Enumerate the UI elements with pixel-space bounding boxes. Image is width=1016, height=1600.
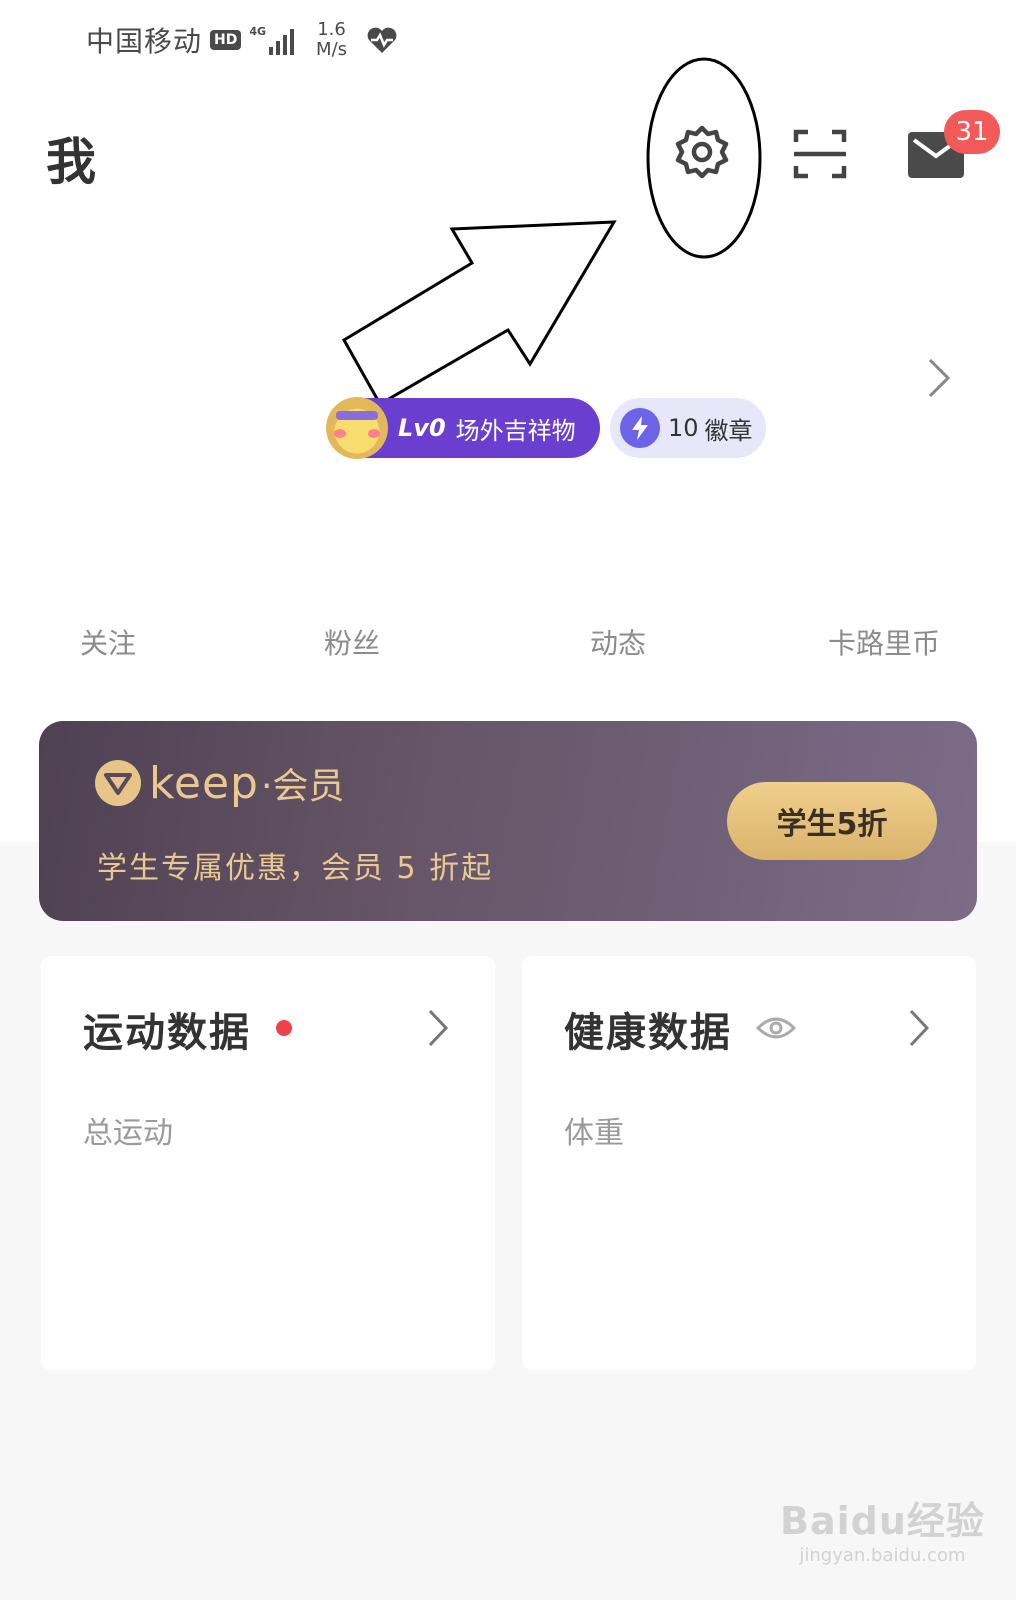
total-exercise-label: 总运动: [83, 1116, 173, 1151]
watermark-url: jingyan.baidu.com: [799, 1545, 966, 1566]
carrier-name: 中国移动: [86, 25, 203, 58]
hd-icon: HD: [210, 30, 242, 50]
unread-count-badge: 31: [944, 110, 1000, 154]
health-heart-icon: [367, 27, 397, 53]
member-label: ·会员: [260, 766, 345, 807]
eye-icon[interactable]: [756, 1014, 796, 1042]
network-speed: 1.6 M/s: [316, 19, 348, 60]
keep-member-logo: keep ·会员: [95, 757, 344, 809]
badge-label: 徽章: [704, 416, 753, 445]
new-indicator-dot: [276, 1020, 292, 1036]
level-name: 场外吉祥物: [455, 416, 576, 445]
level-badge[interactable]: Lv0 场外吉祥物: [326, 397, 600, 459]
stat-following[interactable]: 关注: [28, 622, 188, 662]
watermark-logo: Baidu经验: [780, 1499, 985, 1543]
keep-brand: keep: [149, 757, 259, 809]
watermark: Baidu经验 jingyan.baidu.com: [780, 1490, 985, 1566]
profile-chevron-icon[interactable]: [924, 356, 954, 400]
network-type: 4G: [249, 25, 267, 38]
health-data-title: 健康数据: [564, 1010, 732, 1056]
scan-button[interactable]: [792, 128, 848, 180]
sports-data-card[interactable]: 运动数据 总运动: [41, 956, 495, 1370]
keep-diamond-icon: [95, 760, 141, 806]
gear-icon: [675, 125, 729, 179]
weight-label: 体重: [564, 1116, 624, 1151]
badges-button[interactable]: 10 徽章: [610, 398, 766, 458]
status-bar: 中国移动 HD 4G 1.6 M/s: [86, 18, 399, 62]
chevron-right-icon: [428, 1009, 449, 1047]
student-discount-button[interactable]: 学生5折: [727, 782, 937, 860]
stats-row: 关注 粉丝 动态 卡路里币: [0, 622, 1016, 672]
scan-icon: [793, 129, 847, 179]
mascot-avatar: [326, 397, 388, 459]
membership-banner[interactable]: keep ·会员 学生专属优惠，会员 5 折起 学生5折: [39, 721, 977, 921]
settings-button[interactable]: [672, 122, 732, 182]
annotation-overlay: [341, 57, 762, 407]
page-title: 我: [46, 133, 96, 191]
sports-data-title: 运动数据: [83, 1010, 251, 1056]
lightning-icon: [620, 408, 660, 448]
signal-icon: 4G: [249, 25, 295, 55]
member-promo-text: 学生专属优惠，会员 5 折起: [97, 851, 494, 886]
badge-count: 10: [668, 414, 699, 442]
health-data-card[interactable]: 健康数据 体重: [522, 956, 976, 1370]
annotation-arrow: [341, 220, 617, 407]
chevron-right-icon: [909, 1009, 930, 1047]
stat-posts[interactable]: 动态: [538, 622, 698, 662]
level-value: Lv0: [398, 414, 446, 442]
stat-calorie-coins[interactable]: 卡路里币: [804, 622, 964, 662]
stat-followers[interactable]: 粉丝: [272, 622, 432, 662]
